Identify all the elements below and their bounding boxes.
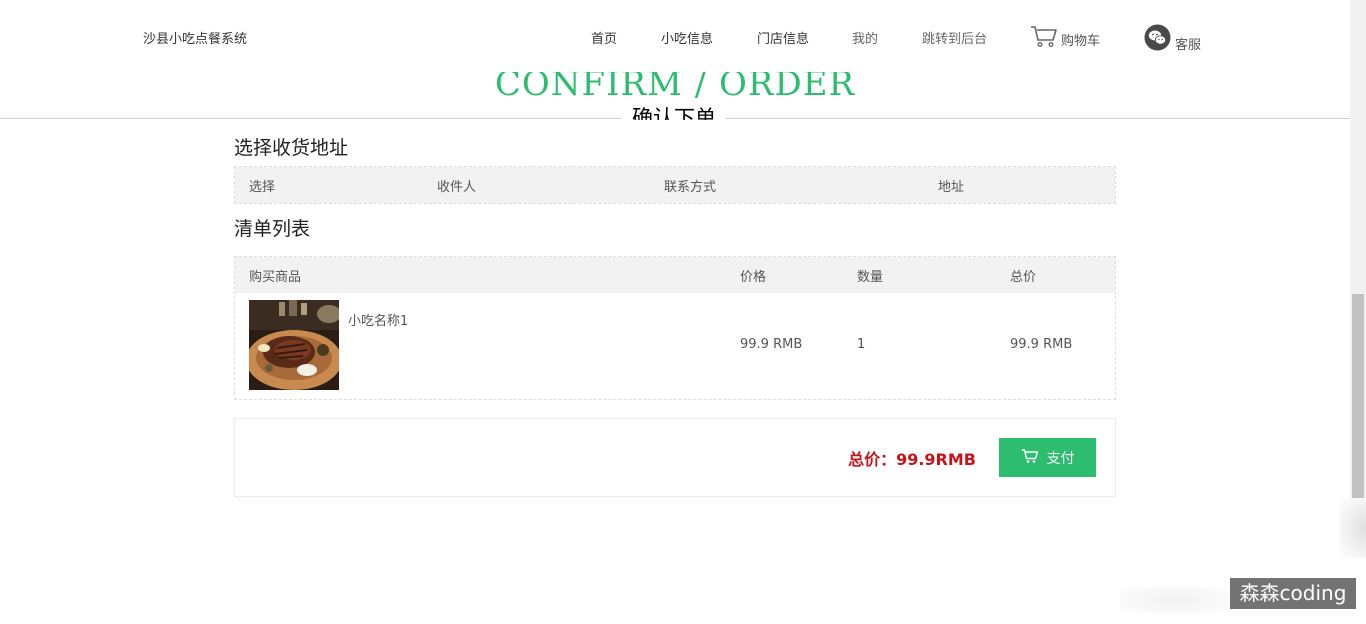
col-subtotal: 总价 xyxy=(1010,270,1037,285)
cart-icon xyxy=(1030,24,1058,48)
pay-button[interactable]: 支付 xyxy=(999,438,1096,477)
nav-cart-label: 购物车 xyxy=(1061,34,1101,49)
nav-home[interactable]: 首页 xyxy=(591,28,617,47)
col-quantity: 数量 xyxy=(857,270,884,285)
decorative-shadow xyxy=(1340,498,1366,558)
col-price: 价格 xyxy=(740,270,767,285)
nav-service-label: 客服 xyxy=(1175,38,1202,53)
product-quantity: 1 xyxy=(857,337,866,352)
scrollbar-thumb[interactable] xyxy=(1352,294,1364,498)
scrollbar-top xyxy=(1350,0,1366,78)
nav-cart[interactable]: 购物车 xyxy=(1030,24,1101,49)
heading-mask xyxy=(0,64,1350,72)
address-section-title: 选择收货地址 xyxy=(234,137,349,159)
order-summary: 总价：99.9RMB 支付 xyxy=(234,418,1116,497)
product-price: 99.9 RMB xyxy=(740,337,803,352)
col-contact: 联系方式 xyxy=(664,180,717,195)
col-select: 选择 xyxy=(249,180,276,195)
product-subtotal: 99.9 RMB xyxy=(1010,337,1073,352)
col-product: 购买商品 xyxy=(249,270,302,285)
product-name[interactable]: 小吃名称1 xyxy=(348,310,408,329)
pay-button-label: 支付 xyxy=(1046,450,1075,467)
page-heading: CONFIRM / ORDER 确认下单 xyxy=(0,64,1350,120)
order-table-header: 购买商品 价格 数量 总价 xyxy=(235,257,1115,293)
table-row: 小吃名称1 99.9 RMB 1 99.9 RMB xyxy=(235,293,1115,399)
nav-backend[interactable]: 跳转到后台 xyxy=(922,28,987,47)
nav-mine[interactable]: 我的 xyxy=(852,28,878,47)
col-recipient: 收件人 xyxy=(437,180,477,195)
page-title: 确认下单 xyxy=(622,104,726,120)
wechat-icon xyxy=(1144,24,1171,51)
cart-icon xyxy=(1021,448,1039,468)
main-nav: 首页 小吃信息 门店信息 我的 跳转到后台 购物车 客服 xyxy=(0,24,1350,53)
product-image[interactable] xyxy=(249,300,339,390)
top-header: 沙县小吃点餐系统 首页 小吃信息 门店信息 我的 跳转到后台 购物车 客服 xyxy=(0,0,1350,72)
nav-service[interactable]: 客服 xyxy=(1144,24,1202,53)
watermark: 森森coding xyxy=(1230,578,1356,609)
order-section-title: 清单列表 xyxy=(234,218,311,240)
nav-snacks[interactable]: 小吃信息 xyxy=(661,28,713,47)
col-address: 地址 xyxy=(938,180,965,195)
address-table-header: 选择 收件人 联系方式 地址 xyxy=(235,167,1115,203)
order-total: 总价：99.9RMB xyxy=(848,450,976,469)
address-table: 选择 收件人 联系方式 地址 xyxy=(234,166,1116,204)
order-table: 购买商品 价格 数量 总价 小吃名称1 99.9 RMB 1 99.9 RMB xyxy=(234,256,1116,400)
decorative-shadow-bottom xyxy=(1120,586,1230,614)
nav-stores[interactable]: 门店信息 xyxy=(757,28,809,47)
